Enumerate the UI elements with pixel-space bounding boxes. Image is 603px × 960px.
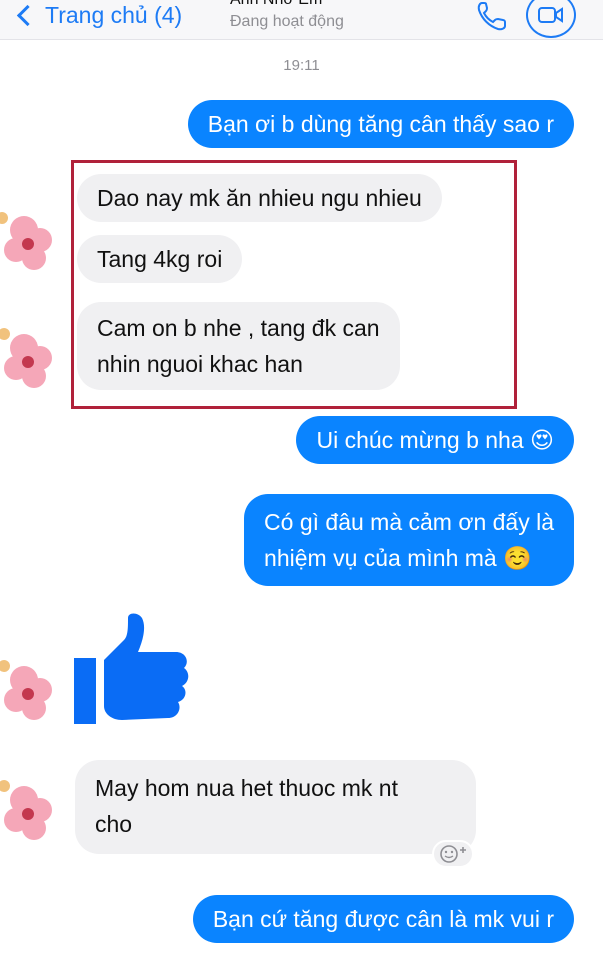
message-text: Bạn ơi b dùng tăng cân thấy sao r [207,111,554,137]
message-text: Ui chúc mừng b nha 😍 [316,427,554,453]
message-text-line: Có gì đâu mà cảm ơn đấy là [264,509,554,535]
message-text: Bạn cứ tăng được cân là mk vui r [212,906,554,932]
message-bubble-outgoing[interactable]: Ui chúc mừng b nha 😍 [296,416,574,464]
chevron-left-icon [16,4,39,26]
back-label: Trang chủ (4) [45,1,183,28]
message-bubble-incoming[interactable]: Dao nay mk ăn nhieu ngu nhieu [77,174,442,222]
message-timestamp: 19:11 [283,57,320,74]
back-button[interactable]: Trang chủ (4) [14,0,182,30]
message-text-line: nhiệm vụ của mình mà ☺️ [264,545,532,571]
thumbs-up-icon[interactable] [72,610,194,732]
message-bubble-incoming[interactable]: Tang 4kg roi [77,235,243,283]
message-text-line: Cam on b nhe , tang đk can [97,315,380,341]
message-text-line: May hom nua het thuoc mk nt [95,775,398,801]
message-text-line: nhin nguoi khac han [97,351,303,377]
contact-status: Đang hoạt động [230,13,344,30]
contact-info[interactable]: Anh Nhớ Em Đang hoạt động [230,0,400,31]
message-text: Tang 4kg roi [97,246,223,272]
chat-header: Trang chủ (4) Anh Nhớ Em Đang hoạt động [0,0,603,40]
add-reaction-icon[interactable] [432,840,474,868]
message-bubble-incoming[interactable]: Cam on b nhe , tang đk can nhin nguoi kh… [77,302,400,390]
contact-name: Anh Nhớ Em [230,0,400,9]
flower-avatar-icon [0,770,74,865]
video-call-icon[interactable] [526,0,576,38]
message-text-line: cho [95,811,133,837]
message-bubble-incoming[interactable]: May hom nua het thuoc mk nt cho [75,760,476,854]
message-bubble-outgoing[interactable]: Bạn ơi b dùng tăng cân thấy sao r [187,100,574,148]
flower-avatar-icon [0,200,74,295]
message-bubble-outgoing[interactable]: Có gì đâu mà cảm ơn đấy là nhiệm vụ của … [244,494,574,586]
flower-avatar-icon [0,650,74,745]
flower-avatar-icon [0,318,74,413]
message-text: Dao nay mk ăn nhieu ngu nhieu [97,185,422,211]
message-bubble-outgoing[interactable]: Bạn cứ tăng được cân là mk vui r [192,895,574,943]
phone-icon[interactable] [474,0,510,32]
